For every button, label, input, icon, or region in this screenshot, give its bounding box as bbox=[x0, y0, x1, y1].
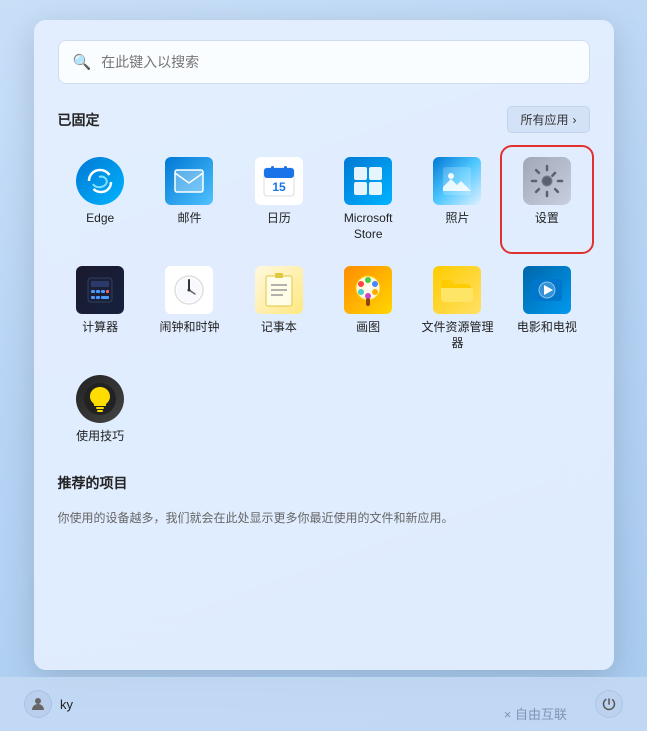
recommended-section: 推荐的项目 你使用的设备越多，我们就会在此处显示更多你最近使用的文件和新应用。 bbox=[58, 473, 590, 527]
start-menu: 🔍 已固定 所有应用 › Edge bbox=[34, 20, 614, 670]
app-edge[interactable]: Edge bbox=[58, 149, 143, 250]
all-apps-button[interactable]: 所有应用 › bbox=[507, 106, 589, 133]
mail-icon bbox=[165, 157, 213, 205]
app-movies[interactable]: 电影和电视 bbox=[504, 258, 589, 359]
app-store[interactable]: Microsoft Store bbox=[326, 149, 411, 250]
user-icon bbox=[24, 690, 52, 718]
app-settings[interactable]: 设置 bbox=[504, 149, 589, 250]
watermark: × 自由互联 bbox=[504, 704, 567, 723]
search-bar[interactable]: 🔍 bbox=[58, 40, 590, 84]
explorer-icon bbox=[433, 266, 481, 314]
mail-label: 邮件 bbox=[177, 211, 201, 227]
edge-icon bbox=[76, 157, 124, 205]
settings-icon bbox=[523, 157, 571, 205]
apps-grid: Edge 邮件 15 日历 bbox=[58, 149, 590, 453]
tips-label: 使用技巧 bbox=[76, 429, 124, 445]
pinned-title: 已固定 bbox=[58, 110, 100, 130]
app-clock[interactable]: 闹钟和时钟 bbox=[147, 258, 232, 359]
taskbar: ky × 自由互联 bbox=[0, 677, 647, 731]
pinned-section-header: 已固定 所有应用 › bbox=[58, 106, 590, 133]
search-input[interactable] bbox=[101, 54, 574, 70]
search-icon: 🔍 bbox=[73, 53, 92, 71]
notepad-label: 记事本 bbox=[261, 320, 297, 336]
photos-label: 照片 bbox=[445, 211, 469, 227]
app-paint[interactable]: 画图 bbox=[326, 258, 411, 359]
watermark-text: × 自由互联 bbox=[504, 704, 567, 723]
paint-label: 画图 bbox=[356, 320, 380, 336]
store-icon bbox=[344, 157, 392, 205]
app-explorer[interactable]: 文件资源管理器 bbox=[415, 258, 500, 359]
explorer-label: 文件资源管理器 bbox=[419, 320, 496, 351]
app-calculator[interactable]: 计算器 bbox=[58, 258, 143, 359]
calculator-label: 计算器 bbox=[82, 320, 118, 336]
calculator-icon bbox=[76, 266, 124, 314]
app-calendar[interactable]: 15 日历 bbox=[236, 149, 321, 250]
all-apps-label: 所有应用 bbox=[520, 111, 568, 128]
app-tips[interactable]: 使用技巧 bbox=[58, 367, 143, 453]
username: ky bbox=[60, 697, 73, 712]
svg-text:15: 15 bbox=[272, 180, 286, 194]
recommended-title: 推荐的项目 bbox=[58, 473, 128, 493]
recommended-header: 推荐的项目 bbox=[58, 473, 590, 493]
app-mail[interactable]: 邮件 bbox=[147, 149, 232, 250]
movies-icon bbox=[523, 266, 571, 314]
taskbar-left: ky bbox=[24, 690, 73, 718]
taskbar-user[interactable]: ky bbox=[24, 690, 73, 718]
all-apps-arrow: › bbox=[573, 113, 577, 127]
notepad-icon bbox=[255, 266, 303, 314]
app-photos[interactable]: 照片 bbox=[415, 149, 500, 250]
clock-label: 闹钟和时钟 bbox=[159, 320, 219, 336]
power-button[interactable] bbox=[595, 690, 623, 718]
taskbar-right: × 自由互联 bbox=[595, 690, 623, 718]
settings-label: 设置 bbox=[535, 211, 559, 227]
paint-icon bbox=[344, 266, 392, 314]
movies-label: 电影和电视 bbox=[517, 320, 577, 336]
edge-label: Edge bbox=[86, 211, 114, 227]
recommended-desc: 你使用的设备越多，我们就会在此处显示更多你最近使用的文件和新应用。 bbox=[58, 509, 590, 527]
calendar-label: 日历 bbox=[267, 211, 291, 227]
photos-icon bbox=[433, 157, 481, 205]
calendar-icon: 15 bbox=[255, 157, 303, 205]
app-notepad[interactable]: 记事本 bbox=[236, 258, 321, 359]
clock-icon bbox=[165, 266, 213, 314]
store-label: Microsoft Store bbox=[330, 211, 407, 242]
tips-icon bbox=[76, 375, 124, 423]
